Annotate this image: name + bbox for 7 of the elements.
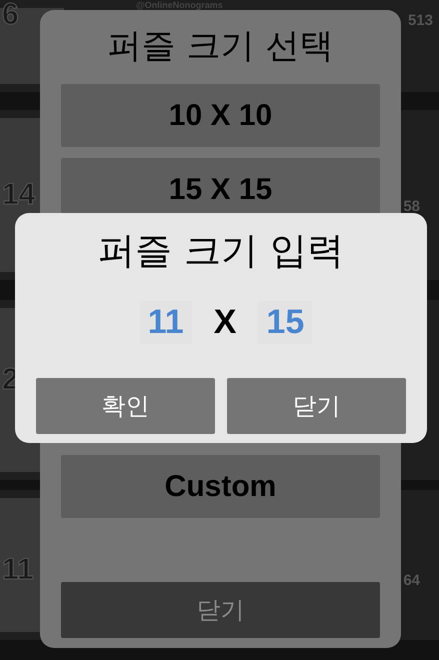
close-button[interactable]: 닫기 <box>227 378 406 434</box>
dialog-title: 퍼즐 크기 선택 <box>106 25 334 68</box>
confirm-button[interactable]: 확인 <box>36 378 215 434</box>
dialog-title: 퍼즐 크기 입력 <box>97 228 345 274</box>
size-option-button[interactable]: Custom <box>61 455 380 518</box>
times-sign: X <box>214 302 236 342</box>
size-option-button[interactable]: 10 X 10 <box>61 84 380 147</box>
